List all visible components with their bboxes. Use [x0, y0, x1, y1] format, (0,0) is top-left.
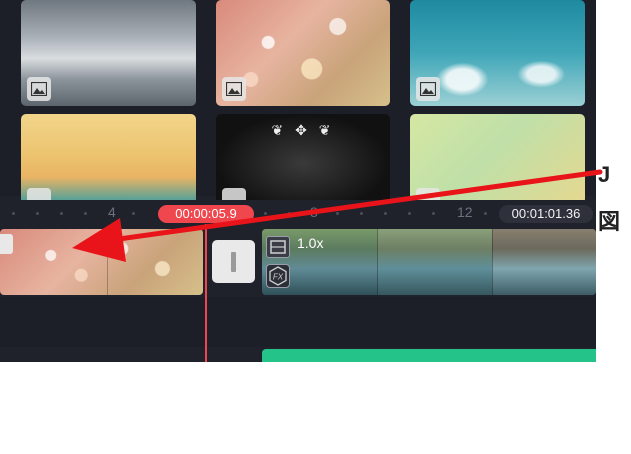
ruler-dot — [336, 212, 339, 215]
ruler-dot — [264, 212, 267, 215]
ruler-dot — [288, 212, 291, 215]
fx-icon[interactable]: FX — [266, 264, 290, 288]
ruler-label: 4 — [108, 204, 116, 220]
transition-button[interactable] — [212, 240, 255, 283]
clip-frame — [377, 229, 492, 295]
empty-track — [0, 297, 596, 347]
ruler-dot — [132, 212, 135, 215]
image-icon — [416, 77, 440, 101]
frame-divider — [107, 229, 108, 295]
ruler-dot — [408, 212, 411, 215]
media-thumb-sunset[interactable] — [21, 114, 196, 204]
ruler-dot — [12, 212, 15, 215]
media-thumb-green[interactable] — [410, 114, 585, 204]
transition-icon — [231, 251, 236, 272]
image-icon — [27, 77, 51, 101]
speed-icon[interactable] — [266, 236, 290, 258]
video-editor-app: ❦ ✥ ❦ 4 8 12 00:00:05.9 00:01:01.36 1.0x… — [0, 0, 596, 362]
ruler-dot — [84, 212, 87, 215]
total-time-badge: 00:01:01.36 — [499, 205, 593, 223]
fx-label: FX — [273, 273, 284, 282]
image-clip-icon — [0, 234, 13, 254]
media-thumb-mountain[interactable] — [21, 0, 196, 106]
image-icon — [222, 77, 246, 101]
media-thumb-sky[interactable] — [410, 0, 585, 106]
playhead[interactable] — [205, 224, 207, 362]
ruler-dot — [60, 212, 63, 215]
media-library: ❦ ✥ ❦ — [0, 0, 596, 204]
clip-frame — [492, 229, 596, 295]
media-thumb-bokeh[interactable] — [216, 0, 390, 106]
side-text-line2: 図 — [598, 209, 621, 234]
ruler-label: 12 — [457, 204, 473, 220]
media-thumb-dark-ornament[interactable]: ❦ ✥ ❦ — [216, 114, 390, 204]
side-text-line1: J — [598, 162, 611, 187]
clip-speed-label: 1.0x — [297, 235, 324, 251]
ruler-dot — [484, 212, 487, 215]
frame-divider — [492, 229, 493, 295]
ruler-dot — [360, 212, 363, 215]
text-track-clip[interactable] — [262, 349, 596, 362]
ornament-graphic: ❦ ✥ ❦ — [271, 122, 335, 138]
ruler-dot — [36, 212, 39, 215]
ruler-label: 8 — [310, 204, 318, 220]
ruler-dot — [384, 212, 387, 215]
current-time-badge: 00:00:05.9 — [158, 205, 254, 223]
frame-divider — [377, 229, 378, 295]
ruler-dot — [432, 212, 435, 215]
timeline-clip-bokeh[interactable] — [0, 229, 203, 295]
